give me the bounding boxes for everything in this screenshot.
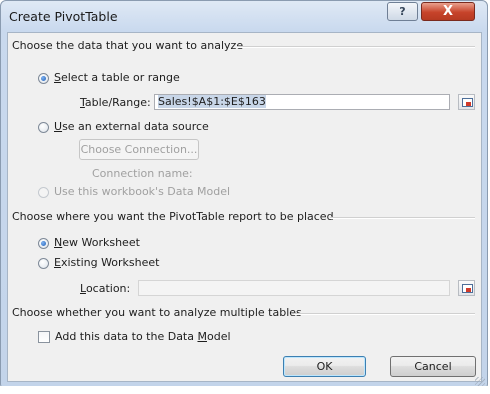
label-text: ocation: (85, 282, 131, 295)
connection-name-label: Connection name: (92, 167, 193, 180)
ok-button[interactable]: OK (283, 356, 366, 377)
table-range-input[interactable]: Sales!$A$1:$E$163 (154, 94, 450, 110)
dialog-body: Choose the data that you want to analyze… (7, 32, 482, 382)
label-text: Add this data to the Data (55, 330, 198, 343)
location-input[interactable] (138, 280, 450, 296)
accelerator-key: U (54, 120, 63, 133)
checkbox-add-to-data-model-label[interactable]: Add this data to the Data Model (55, 330, 231, 343)
create-pivottable-dialog: Create PivotTable ? X Choose the data th… (0, 0, 488, 390)
label-text: elect a table or range (60, 71, 180, 84)
radio-existing-worksheet-label[interactable]: Existing Worksheet (54, 256, 159, 269)
label-text: odel (206, 330, 231, 343)
radio-select-table-label[interactable]: Select a table or range (54, 71, 180, 84)
radio-external-source[interactable] (38, 122, 49, 133)
radio-new-worksheet[interactable] (38, 238, 49, 249)
accelerator-key: E (54, 256, 61, 269)
table-range-value: Sales!$A$1:$E$163 (158, 95, 266, 108)
label-text: xisting Worksheet (60, 256, 160, 269)
section-divider (330, 217, 475, 219)
accelerator-key: N (54, 236, 63, 249)
radio-new-worksheet-label[interactable]: New Worksheet (54, 236, 140, 249)
location-label: Location: (80, 282, 130, 295)
section-heading-placement: Choose where you want the PivotTable rep… (12, 210, 334, 223)
label-text: se an external data source (62, 120, 209, 133)
cancel-button[interactable]: Cancel (390, 356, 476, 377)
title-bar[interactable]: Create PivotTable ? X (1, 1, 487, 33)
dialog-title: Create PivotTable (9, 9, 118, 24)
section-heading-data: Choose the data that you want to analyze (12, 39, 244, 52)
collapse-dialog-icon[interactable] (458, 94, 475, 110)
close-button[interactable]: X (421, 2, 475, 21)
accelerator-key: S (54, 71, 61, 84)
help-button[interactable]: ? (387, 2, 418, 21)
section-heading-multiple: Choose whether you want to analyze multi… (12, 306, 302, 319)
choose-connection-button[interactable]: Choose Connection... (79, 139, 199, 160)
radio-data-model[interactable] (38, 187, 49, 198)
radio-external-source-label[interactable]: Use an external data source (54, 120, 209, 133)
table-range-label: Table/Range: (80, 96, 151, 109)
radio-select-table[interactable] (38, 73, 49, 84)
close-icon: X (442, 4, 454, 19)
section-divider (294, 313, 475, 315)
radio-data-model-label[interactable]: Use this workbook's Data Model (54, 185, 230, 198)
checkbox-add-to-data-model[interactable] (38, 331, 50, 343)
collapse-dialog-icon[interactable] (458, 280, 475, 296)
help-icon: ? (399, 5, 406, 18)
radio-existing-worksheet[interactable] (38, 258, 49, 269)
label-text: ew Worksheet (62, 236, 140, 249)
label-text: able/Range: (84, 96, 151, 109)
background-strip (0, 386, 490, 394)
section-divider (237, 46, 475, 48)
accelerator-key: M (197, 330, 207, 343)
